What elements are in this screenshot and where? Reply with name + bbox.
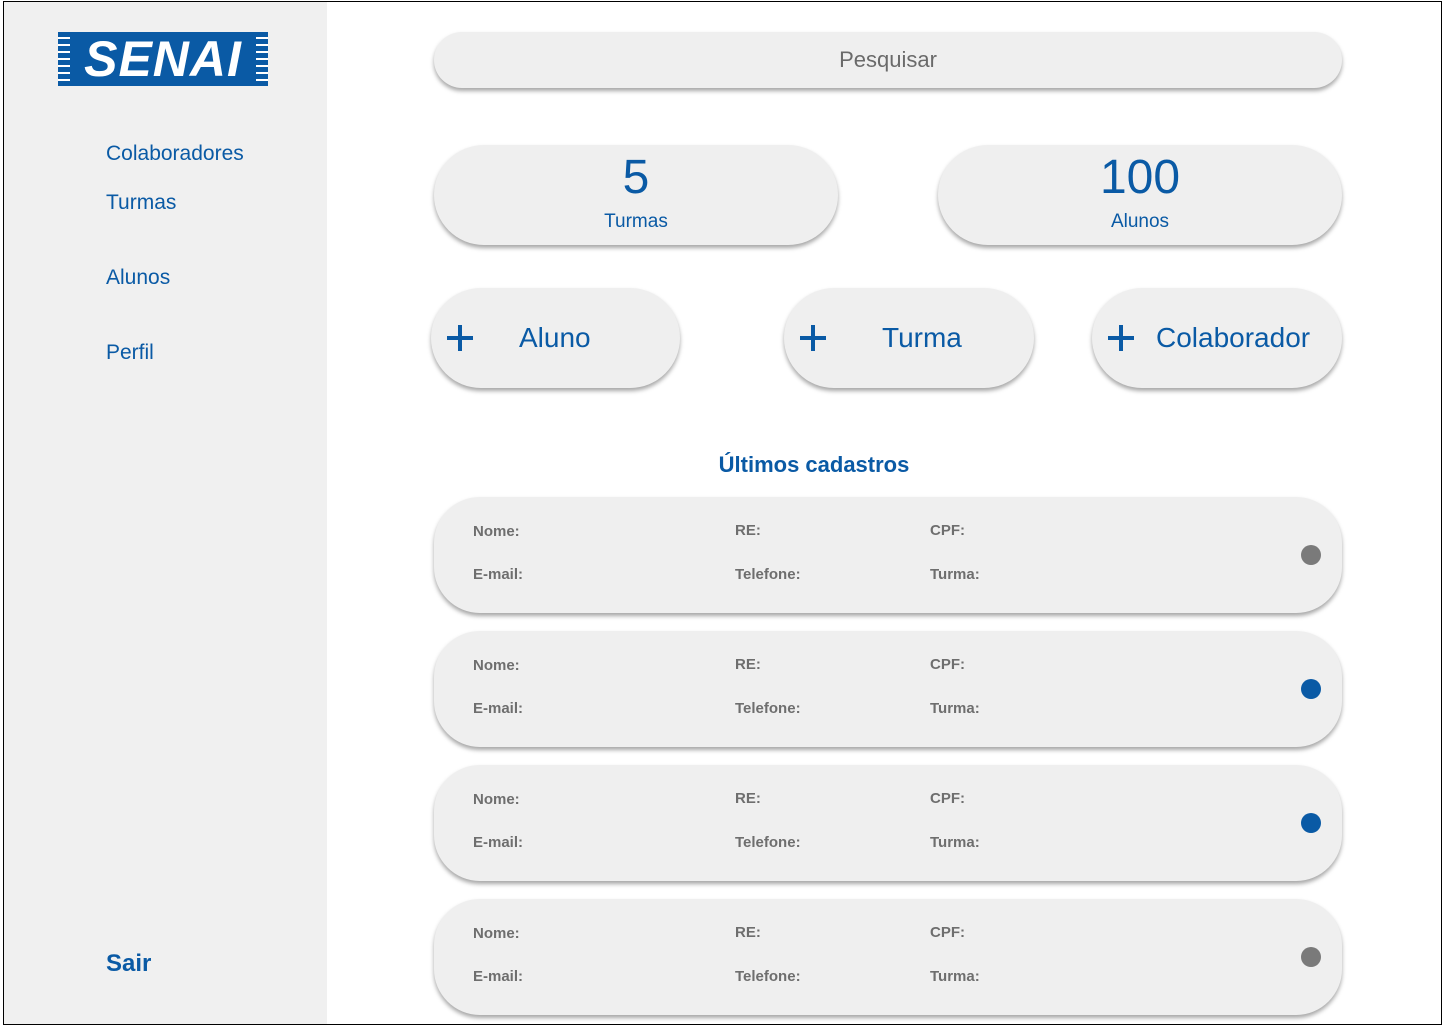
status-dot — [1301, 947, 1321, 967]
logout-link[interactable]: Sair — [106, 950, 151, 978]
add-button-label: Colaborador — [1156, 322, 1311, 353]
add-aluno-button[interactable]: Aluno — [431, 288, 680, 388]
field-email-label: E-mail: — [473, 834, 524, 851]
plus-icon — [447, 320, 473, 356]
field-turma-label: Turma: — [930, 566, 980, 583]
logo-text: SENAI — [84, 32, 242, 86]
senai-logo[interactable]: SENAI — [58, 32, 268, 86]
record-card[interactable]: Nome: RE: CPF: E-mail: Telefone: Turma: — [434, 631, 1342, 747]
status-dot — [1301, 679, 1321, 699]
record-card[interactable]: Nome: RE: CPF: E-mail: Telefone: Turma: — [434, 765, 1342, 881]
search-placeholder: Pesquisar — [839, 47, 937, 72]
field-re-label: RE: — [735, 924, 761, 941]
add-button-label: Turma — [882, 322, 962, 353]
field-telefone-label: Telefone: — [735, 834, 801, 851]
status-dot — [1301, 813, 1321, 833]
field-nome-label: Nome: — [473, 657, 520, 674]
field-cpf-label: CPF: — [930, 522, 965, 539]
field-re-label: RE: — [735, 522, 761, 539]
field-cpf-label: CPF: — [930, 656, 965, 673]
field-turma-label: Turma: — [930, 834, 980, 851]
search-input[interactable]: Pesquisar — [434, 32, 1342, 88]
field-email-label: E-mail: — [473, 968, 524, 985]
sidebar: SENAI Colaboradores Turmas Alunos Perfil… — [4, 2, 327, 1024]
field-nome-label: Nome: — [473, 791, 520, 808]
plus-icon — [1108, 320, 1134, 356]
field-email-label: E-mail: — [473, 700, 524, 717]
add-turma-button[interactable]: Turma — [784, 288, 1034, 388]
stat-label: Turmas — [604, 211, 668, 232]
field-nome-label: Nome: — [473, 925, 520, 942]
stat-label: Alunos — [1110, 211, 1170, 232]
field-cpf-label: CPF: — [930, 790, 965, 807]
plus-icon — [800, 320, 826, 356]
record-card[interactable]: Nome: RE: CPF: E-mail: Telefone: Turma: — [434, 899, 1342, 1015]
field-turma-label: Turma: — [930, 968, 980, 985]
field-telefone-label: Telefone: — [735, 566, 801, 583]
field-re-label: RE: — [735, 656, 761, 673]
field-re-label: RE: — [735, 790, 761, 807]
stat-value: 100 — [1099, 151, 1181, 204]
add-colaborador-button[interactable]: Colaborador — [1092, 288, 1342, 388]
sidebar-item-perfil[interactable]: Perfil — [106, 341, 154, 365]
field-telefone-label: Telefone: — [735, 968, 801, 985]
app-window: SENAI Colaboradores Turmas Alunos Perfil… — [3, 1, 1442, 1025]
stat-value: 5 — [622, 151, 650, 204]
sidebar-item-alunos[interactable]: Alunos — [106, 266, 170, 290]
status-dot — [1301, 545, 1321, 565]
field-turma-label: Turma: — [930, 700, 980, 717]
add-button-label: Aluno — [519, 322, 591, 353]
record-card[interactable]: Nome: RE: CPF: E-mail: Telefone: Turma: — [434, 497, 1342, 613]
sidebar-item-turmas[interactable]: Turmas — [106, 191, 176, 215]
stat-card-alunos: 100 Alunos — [938, 145, 1342, 245]
stat-card-turmas: 5 Turmas — [434, 145, 838, 245]
recent-registrations-title: Últimos cadastros — [718, 452, 910, 477]
sidebar-item-colaboradores[interactable]: Colaboradores — [106, 142, 244, 166]
field-email-label: E-mail: — [473, 566, 524, 583]
field-telefone-label: Telefone: — [735, 700, 801, 717]
field-nome-label: Nome: — [473, 523, 520, 540]
field-cpf-label: CPF: — [930, 924, 965, 941]
